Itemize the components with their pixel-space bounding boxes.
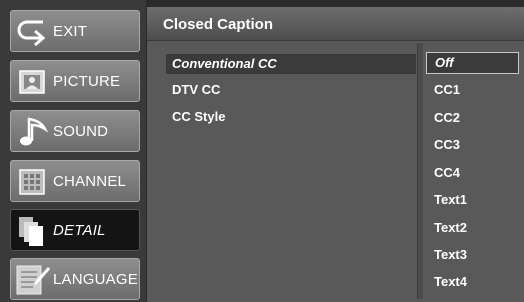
- language-button[interactable]: LANGUAGE: [10, 258, 140, 300]
- detail-label: DETAIL: [53, 222, 106, 239]
- language-label: LANGUAGE: [53, 271, 138, 288]
- closed-caption-panel: Closed Caption Conventional CC DTV CC CC…: [147, 7, 524, 302]
- value-off[interactable]: Off: [426, 52, 519, 74]
- language-document-icon: [15, 262, 53, 300]
- option-cc-style[interactable]: CC Style: [166, 107, 416, 127]
- channel-label: CHANNEL: [53, 173, 127, 190]
- option-conventional-cc[interactable]: Conventional CC: [166, 54, 416, 74]
- detail-pages-icon: [17, 215, 47, 251]
- exit-label: EXIT: [53, 23, 88, 40]
- column-divider: [417, 43, 423, 299]
- channel-button[interactable]: CHANNEL: [10, 160, 140, 202]
- sidebar-menu: EXIT PICTURE SOUND CHANNEL DETAIL LANGUA…: [0, 0, 146, 302]
- picture-label: PICTURE: [53, 73, 121, 90]
- exit-arrow-icon: [17, 16, 49, 50]
- music-note-icon: [19, 115, 49, 151]
- value-text4[interactable]: Text4: [426, 271, 519, 293]
- exit-button[interactable]: EXIT: [10, 10, 140, 52]
- channel-grid-icon: [19, 169, 45, 199]
- picture-icon: [19, 70, 45, 98]
- value-text1[interactable]: Text1: [426, 189, 519, 211]
- sound-button[interactable]: SOUND: [10, 110, 140, 152]
- option-dtv-cc[interactable]: DTV CC: [166, 80, 416, 100]
- value-cc2[interactable]: CC2: [426, 107, 519, 129]
- panel-header: Closed Caption: [147, 7, 524, 41]
- picture-button[interactable]: PICTURE: [10, 60, 140, 102]
- value-cc4[interactable]: CC4: [426, 162, 519, 184]
- detail-button[interactable]: DETAIL: [10, 209, 140, 251]
- value-text3[interactable]: Text3: [426, 244, 519, 266]
- value-text2[interactable]: Text2: [426, 217, 519, 239]
- page-title: Closed Caption: [163, 16, 274, 33]
- sound-label: SOUND: [53, 123, 109, 140]
- value-cc3[interactable]: CC3: [426, 134, 519, 156]
- value-cc1[interactable]: CC1: [426, 79, 519, 101]
